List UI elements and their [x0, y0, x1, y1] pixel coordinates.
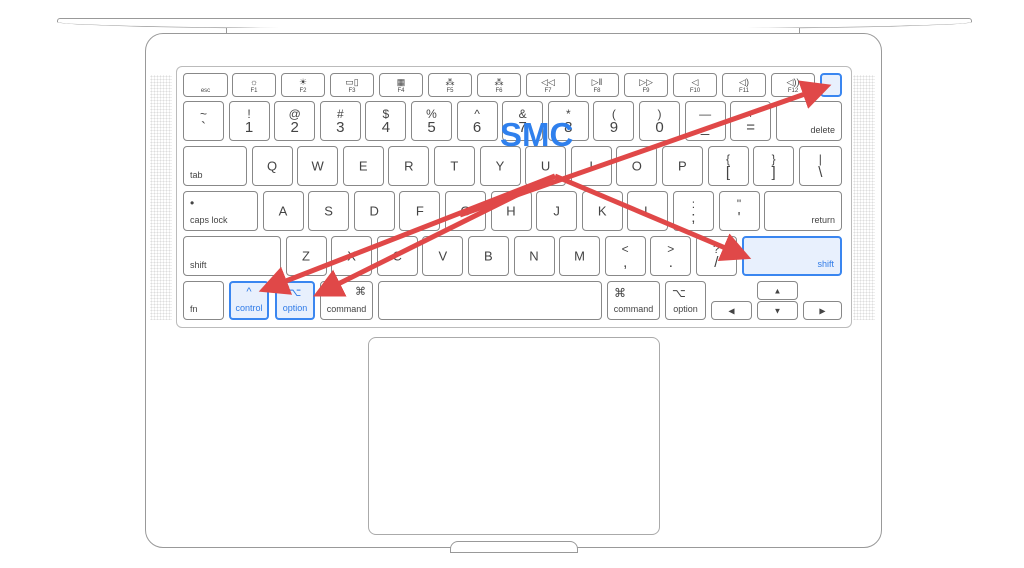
- arrow-to-control-key: [258, 173, 556, 295]
- arrow-to-shift-key: [554, 173, 752, 262]
- arrows-layer: [258, 80, 832, 297]
- arrow-to-option-key: [313, 173, 557, 297]
- smc-label: SMC: [500, 116, 574, 153]
